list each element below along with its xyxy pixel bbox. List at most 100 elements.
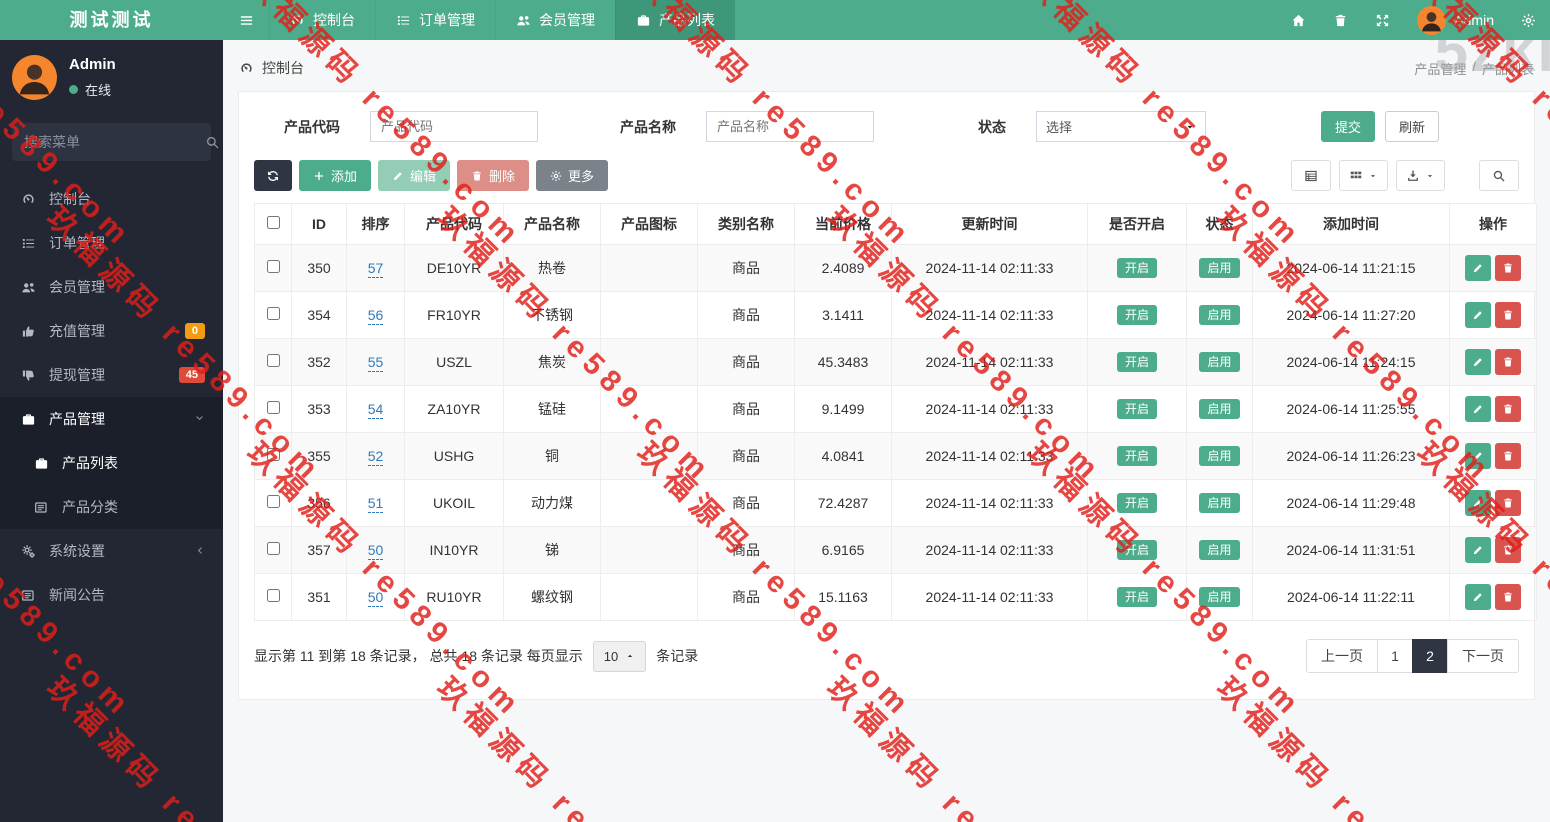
home-button[interactable]	[1291, 13, 1306, 28]
column-header[interactable]: 产品图标	[601, 204, 698, 245]
trash-button[interactable]	[1333, 13, 1348, 28]
row-checkbox[interactable]	[267, 354, 280, 367]
sort-editable-link[interactable]: 57	[368, 260, 384, 278]
sidebar-item-system-settings[interactable]: 系统设置	[0, 529, 223, 573]
row-edit-button[interactable]	[1465, 443, 1491, 469]
sidebar-item-members[interactable]: 会员管理	[0, 265, 223, 309]
list-icon	[21, 236, 36, 251]
nav-item-dashboard[interactable]: 控制台	[269, 0, 375, 40]
sidebar-toggle-button[interactable]	[223, 0, 269, 40]
status-select[interactable]: 选择	[1036, 111, 1206, 142]
row-delete-button[interactable]	[1495, 537, 1521, 563]
delete-button[interactable]: 删除	[457, 160, 529, 191]
product-code-input[interactable]	[370, 111, 538, 142]
column-header[interactable]: 排序	[347, 204, 405, 245]
next-page-button[interactable]: 下一页	[1447, 639, 1519, 673]
cell-price: 45.3483	[795, 339, 892, 386]
nav-item-product-list[interactable]: 产品列表	[615, 0, 735, 40]
top-navbar: 测试测试 控制台订单管理会员管理产品列表 Admin	[0, 0, 1550, 40]
row-checkbox[interactable]	[267, 542, 280, 555]
nav-item-members[interactable]: 会员管理	[495, 0, 615, 40]
row-delete-button[interactable]	[1495, 490, 1521, 516]
expand-button[interactable]	[1375, 13, 1390, 28]
breadcrumb-section[interactable]: 产品管理	[1414, 59, 1466, 78]
row-delete-button[interactable]	[1495, 302, 1521, 328]
column-header[interactable]: 是否开启	[1088, 204, 1187, 245]
select-all-checkbox[interactable]	[267, 216, 280, 229]
reload-button[interactable]	[254, 160, 292, 191]
row-edit-button[interactable]	[1465, 537, 1491, 563]
column-header[interactable]: ID	[292, 204, 347, 245]
column-header[interactable]: 产品代码	[405, 204, 504, 245]
add-button[interactable]: 添加	[299, 160, 371, 191]
nav-item-label: 控制台	[313, 10, 355, 30]
sidebar-item-withdraw[interactable]: 提现管理45	[0, 353, 223, 397]
row-edit-button[interactable]	[1465, 396, 1491, 422]
row-checkbox[interactable]	[267, 260, 280, 273]
refresh-button[interactable]: 刷新	[1385, 111, 1439, 142]
product-name-input[interactable]	[706, 111, 874, 142]
page-button-2[interactable]: 2	[1412, 639, 1448, 673]
row-edit-button[interactable]	[1465, 302, 1491, 328]
cell-code: ZA10YR	[405, 386, 504, 433]
column-header[interactable]: 添加时间	[1253, 204, 1450, 245]
sort-editable-link[interactable]: 50	[368, 589, 384, 607]
search-icon	[1492, 169, 1506, 183]
sort-editable-link[interactable]: 56	[368, 307, 384, 325]
sort-editable-link[interactable]: 52	[368, 448, 384, 466]
search-menu-input[interactable]	[24, 134, 205, 150]
row-edit-button[interactable]	[1465, 349, 1491, 375]
page-button-1[interactable]: 1	[1377, 639, 1413, 673]
sidebar-item-news[interactable]: 新闻公告	[0, 573, 223, 617]
prev-page-button[interactable]: 上一页	[1306, 639, 1378, 673]
column-header[interactable]: 类别名称	[698, 204, 795, 245]
row-delete-button[interactable]	[1495, 255, 1521, 281]
column-header[interactable]: 状态	[1187, 204, 1253, 245]
sidebar-item-product-category[interactable]: 产品分类	[0, 485, 223, 529]
row-delete-button[interactable]	[1495, 396, 1521, 422]
column-header[interactable]: 产品名称	[504, 204, 601, 245]
sort-editable-link[interactable]: 54	[368, 401, 384, 419]
sidebar-item-dashboard[interactable]: 控制台	[0, 177, 223, 221]
edit-button[interactable]: 编辑	[378, 160, 450, 191]
sidebar-item-label: 充值管理	[49, 321, 172, 341]
column-header[interactable]: 操作	[1450, 204, 1537, 245]
user-menu[interactable]: Admin	[1417, 6, 1494, 35]
row-edit-button[interactable]	[1465, 255, 1491, 281]
submit-button[interactable]: 提交	[1321, 111, 1375, 142]
sidebar-item-recharge[interactable]: 充值管理0	[0, 309, 223, 353]
columns-toggle-button[interactable]	[1339, 160, 1388, 191]
search-toggle-button[interactable]	[1479, 160, 1519, 191]
sidebar-item-label: 产品列表	[62, 453, 205, 473]
cell-icon	[601, 386, 698, 433]
row-checkbox[interactable]	[267, 448, 280, 461]
export-toggle-button[interactable]	[1396, 160, 1445, 191]
sidebar-item-product-manage[interactable]: 产品管理	[0, 397, 223, 441]
cell-icon	[601, 245, 698, 292]
sidebar-item-orders[interactable]: 订单管理	[0, 221, 223, 265]
column-header[interactable]: 更新时间	[892, 204, 1088, 245]
row-delete-button[interactable]	[1495, 443, 1521, 469]
sidebar-item-product-list[interactable]: 产品列表	[0, 441, 223, 485]
row-checkbox[interactable]	[267, 495, 280, 508]
cell-category: 商品	[698, 480, 795, 527]
row-delete-button[interactable]	[1495, 584, 1521, 610]
row-edit-button[interactable]	[1465, 584, 1491, 610]
row-edit-button[interactable]	[1465, 490, 1491, 516]
row-delete-button[interactable]	[1495, 349, 1521, 375]
row-checkbox[interactable]	[267, 589, 280, 602]
nav-item-orders[interactable]: 订单管理	[375, 0, 495, 40]
row-checkbox[interactable]	[267, 307, 280, 320]
detail-view-toggle-button[interactable]	[1291, 160, 1331, 191]
brand-title[interactable]: 测试测试	[0, 0, 223, 40]
cell-updated: 2024-11-14 02:11:33	[892, 245, 1088, 292]
sort-editable-link[interactable]: 51	[368, 495, 384, 513]
page-size-select[interactable]: 10	[593, 641, 646, 672]
sort-editable-link[interactable]: 50	[368, 542, 384, 560]
more-button[interactable]: 更多	[536, 160, 608, 191]
cell-updated: 2024-11-14 02:11:33	[892, 574, 1088, 621]
sort-editable-link[interactable]: 55	[368, 354, 384, 372]
settings-button[interactable]	[1521, 13, 1536, 28]
column-header[interactable]: 当前价格	[795, 204, 892, 245]
row-checkbox[interactable]	[267, 401, 280, 414]
